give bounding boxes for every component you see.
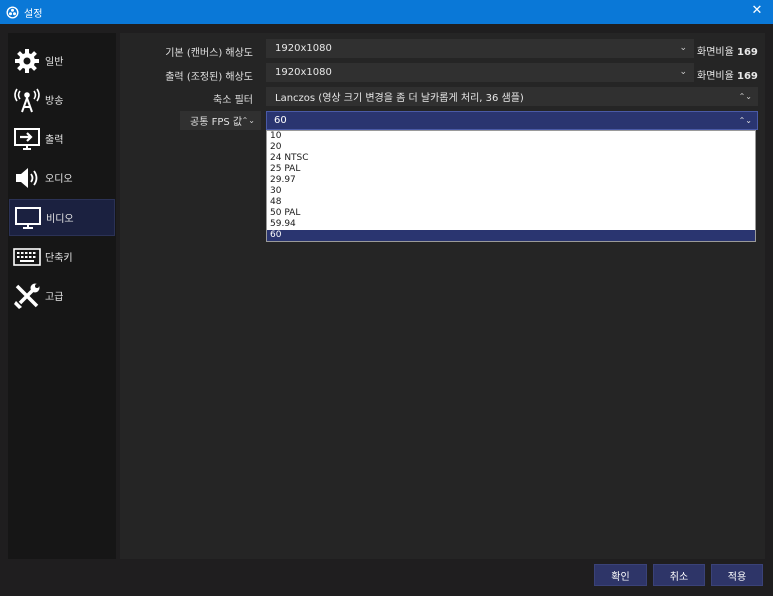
- cancel-button[interactable]: 취소: [653, 564, 705, 586]
- chevron-down-icon: ⌄: [679, 43, 687, 53]
- sidebar-item-label: 출력: [45, 135, 64, 146]
- aspect-ratio-value: 169: [737, 71, 758, 82]
- base-resolution-combo[interactable]: 1920x1080 ⌄: [266, 39, 694, 58]
- aspect-ratio-label: 화면비율: [697, 71, 734, 82]
- close-icon: ✕: [751, 3, 763, 18]
- apply-button[interactable]: 적용: [711, 564, 763, 586]
- fps-option[interactable]: 30: [267, 186, 755, 197]
- aspect-ratio-value: 169: [737, 47, 758, 58]
- downscale-filter-value: Lanczos (영상 크기 변경을 좀 더 날카롭게 처리, 36 샘플): [275, 93, 524, 104]
- output-resolution-label: 출력 (조정된) 해상도: [165, 72, 253, 83]
- chevron-down-icon: ⌄: [679, 67, 687, 77]
- fps-type-value: 공통 FPS 값: [190, 117, 243, 128]
- sidebar-item-label: 방송: [45, 96, 64, 107]
- aspect-ratio-label: 화면비율: [697, 47, 734, 58]
- fps-option[interactable]: 24 NTSC: [267, 153, 755, 164]
- fps-option[interactable]: 25 PAL: [267, 164, 755, 175]
- sidebar-item-advanced[interactable]: 고급: [9, 277, 115, 314]
- sidebar-item-general[interactable]: 일반: [9, 42, 115, 79]
- ok-button[interactable]: 확인: [594, 564, 647, 586]
- video-settings-panel: 기본 (캔버스) 해상도 1920x1080 ⌄ 화면비율 169 출력 (조정…: [120, 33, 765, 559]
- sidebar-item-output[interactable]: 출력: [9, 120, 115, 157]
- fps-option[interactable]: 10: [267, 131, 755, 142]
- sidebar-item-label: 일반: [45, 57, 64, 68]
- broadcast-antenna-icon: [13, 86, 41, 114]
- fps-option[interactable]: 50 PAL: [267, 208, 755, 219]
- sidebar-item-hotkeys[interactable]: 단축키: [9, 238, 115, 275]
- output-aspect-ratio: 화면비율 169: [697, 67, 758, 82]
- window-title: 설정: [24, 8, 43, 20]
- output-resolution-combo[interactable]: 1920x1080 ⌄: [266, 63, 694, 82]
- sidebar-item-label: 고급: [45, 292, 64, 303]
- close-button[interactable]: ✕: [749, 3, 765, 19]
- fps-option[interactable]: 59.94: [267, 219, 755, 230]
- monitor-icon: [14, 204, 42, 232]
- gear-icon: [13, 47, 41, 75]
- speaker-icon: [13, 164, 41, 192]
- updown-arrows-icon: ⌃⌄: [738, 116, 752, 125]
- sidebar-item-video[interactable]: 비디오: [9, 199, 115, 236]
- obs-logo-icon: [6, 6, 19, 18]
- sidebar-item-label: 단축키: [45, 253, 73, 264]
- fps-dropdown-list: 10 20 24 NTSC 25 PAL 29.97 30 48 50 PAL 59.94 60: [266, 130, 756, 242]
- base-resolution-value: 1920x1080: [275, 43, 332, 54]
- updown-arrows-icon: ⌃⌄: [738, 92, 752, 101]
- fps-option[interactable]: 48: [267, 197, 755, 208]
- sidebar-item-stream[interactable]: 방송: [9, 81, 115, 118]
- title-bar: 설정 ✕: [0, 0, 773, 24]
- base-resolution-label: 기본 (캔버스) 해상도: [165, 48, 253, 59]
- tools-icon: [13, 282, 41, 310]
- downscale-filter-label: 축소 필터: [213, 95, 253, 106]
- fps-option[interactable]: 60: [267, 230, 755, 241]
- settings-window: 일반 방송 출력 오디오 비디오 단축키 고급 기본 (캔버스) 해상도 192…: [0, 24, 773, 596]
- updown-arrows-icon: ⌃⌄: [241, 116, 255, 125]
- base-aspect-ratio: 화면비율 169: [697, 43, 758, 58]
- fps-option[interactable]: 20: [267, 142, 755, 153]
- settings-sidebar: 일반 방송 출력 오디오 비디오 단축키 고급: [8, 33, 116, 559]
- fps-value: 60: [274, 115, 287, 126]
- sidebar-item-label: 비디오: [46, 214, 74, 225]
- fps-option[interactable]: 29.97: [267, 175, 755, 186]
- downscale-filter-combo[interactable]: Lanczos (영상 크기 변경을 좀 더 날카롭게 처리, 36 샘플) ⌃…: [266, 87, 758, 106]
- keyboard-icon: [13, 243, 41, 271]
- sidebar-item-label: 오디오: [45, 174, 73, 185]
- sidebar-item-audio[interactable]: 오디오: [9, 159, 115, 196]
- fps-type-combo[interactable]: 공통 FPS 값 ⌃⌄: [180, 111, 261, 130]
- output-monitor-icon: [13, 125, 41, 153]
- output-resolution-value: 1920x1080: [275, 67, 332, 78]
- fps-value-combo[interactable]: 60 ⌃⌄: [266, 111, 758, 130]
